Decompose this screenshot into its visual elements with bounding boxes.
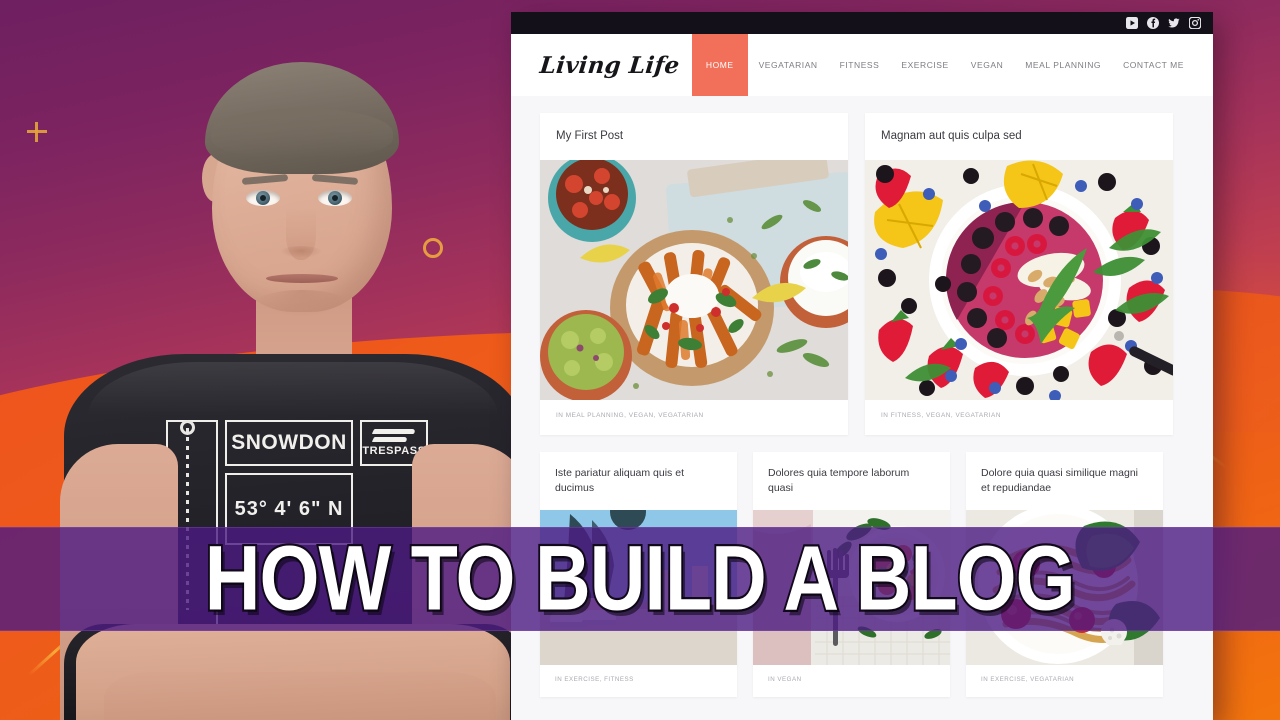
title-banner-text: HOW TO BUILD A BLOG xyxy=(203,527,1078,630)
decorative-plus xyxy=(27,122,47,142)
facebook-icon[interactable] xyxy=(1147,17,1159,29)
post-card[interactable]: Magnam aut quis culpa sed IN FITNESS, VE… xyxy=(865,113,1173,435)
site-topbar xyxy=(511,12,1213,34)
title-banner: HOW TO BUILD A BLOG xyxy=(0,527,1280,631)
main-navigation: HOME VEGATARIAN FITNESS EXERCISE VEGAN M… xyxy=(691,34,1213,96)
crossed-forearm-lower xyxy=(104,672,496,720)
nav-end-spacer xyxy=(1195,34,1213,96)
nose xyxy=(280,208,322,260)
post-title: Dolore quia quasi similique magni et rep… xyxy=(981,466,1138,495)
shoulder-highlight xyxy=(88,362,498,416)
post-card[interactable]: My First Post IN MEAL PLANNING, VEGAN, V… xyxy=(540,113,848,435)
site-logo[interactable]: Living Life xyxy=(511,34,683,96)
posts-row-featured: My First Post IN MEAL PLANNING, VEGAN, V… xyxy=(540,113,1184,435)
post-categories: IN FITNESS, VEGAN, VEGATARIAN xyxy=(881,411,1001,419)
nav-item-vegatarian[interactable]: VEGATARIAN xyxy=(748,34,829,96)
nav-item-contact-me[interactable]: CONTACT ME xyxy=(1112,34,1195,96)
twitter-icon[interactable] xyxy=(1168,17,1180,29)
mouth xyxy=(266,274,338,283)
eye-left xyxy=(246,190,280,206)
instagram-icon[interactable] xyxy=(1189,17,1201,29)
post-title: Dolores quia tempore laborum quasi xyxy=(768,466,910,495)
nav-item-meal-planning[interactable]: MEAL PLANNING xyxy=(1014,34,1112,96)
site-header: Living Life HOME VEGATARIAN FITNESS EXER… xyxy=(511,34,1213,96)
post-categories: IN MEAL PLANNING, VEGAN, VEGATARIAN xyxy=(556,411,704,419)
shirt-place-label: SNOWDON xyxy=(225,420,353,466)
post-title: Magnam aut quis culpa sed xyxy=(881,130,1022,142)
post-categories: IN EXERCISE, VEGATARIAN xyxy=(981,675,1075,683)
post-title: Iste pariatur aliquam quis et ducimus xyxy=(555,466,684,495)
nav-item-exercise[interactable]: EXERCISE xyxy=(890,34,959,96)
chin-shadow xyxy=(256,290,348,316)
eye-right xyxy=(318,190,352,206)
post-categories: IN VEGAN xyxy=(768,675,802,683)
hair xyxy=(205,62,399,174)
nav-item-fitness[interactable]: FITNESS xyxy=(829,34,891,96)
post-categories: IN EXERCISE, FITNESS xyxy=(555,675,634,683)
nav-item-home[interactable]: HOME xyxy=(691,34,748,96)
post-image-smoothie-bowl xyxy=(865,159,1173,400)
post-image-fries xyxy=(540,159,848,400)
trespass-logo-icon xyxy=(373,429,415,443)
youtube-icon[interactable] xyxy=(1126,17,1138,29)
nav-item-vegan[interactable]: VEGAN xyxy=(960,34,1015,96)
post-title: My First Post xyxy=(556,130,624,142)
